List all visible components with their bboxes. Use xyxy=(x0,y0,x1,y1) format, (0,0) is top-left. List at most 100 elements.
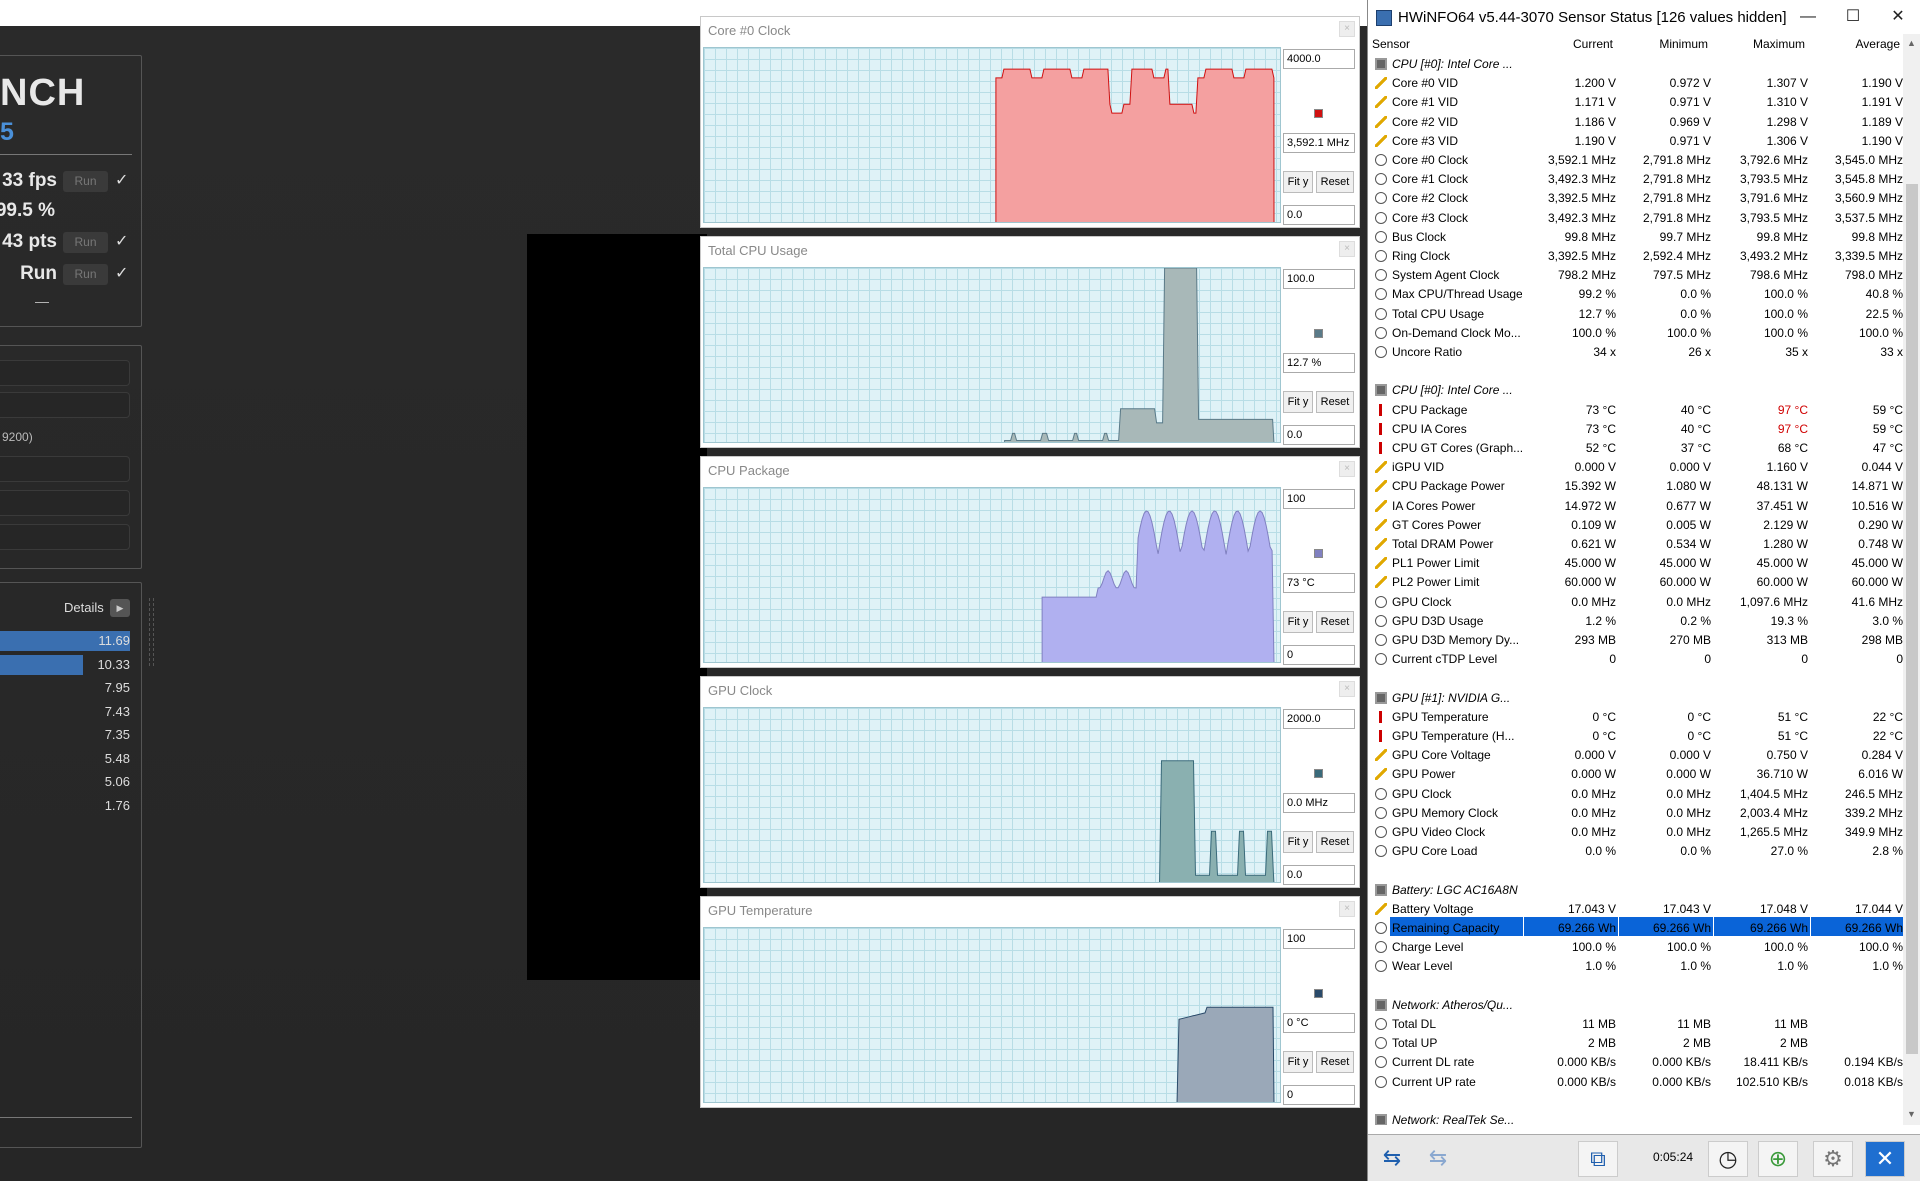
maximize-button[interactable]: ☐ xyxy=(1833,4,1873,30)
sensor-row[interactable]: Charge Level 100.0 % 100.0 % 100.0 % 100.0 % xyxy=(1368,938,1903,957)
scroll-down-icon[interactable]: ▼ xyxy=(1907,1109,1916,1119)
sensor-row[interactable]: Bus Clock 99.8 MHz 99.7 MHz 99.8 MHz 99.8 MH… xyxy=(1368,228,1903,247)
sensor-row[interactable]: Current cTDP Level 0 0 0 0 xyxy=(1368,650,1903,669)
system-field-processor[interactable]: 9200) xyxy=(0,424,130,450)
sensor-row[interactable]: Core #0 Clock 3,592.1 MHz 2,791.8 MHz 3,792… xyxy=(1368,151,1903,170)
graph-window[interactable]: GPU Clock × 2000.0 0.0 MHz Fit y Reset 0.0 xyxy=(700,676,1360,888)
ranking-scrollbar[interactable] xyxy=(149,598,154,666)
sensor-row[interactable]: On-Demand Clock Mo... 100.0 % 100.0 % 100.0… xyxy=(1368,324,1903,343)
minimize-button[interactable]: — xyxy=(1788,4,1828,30)
header-sensor[interactable]: Sensor xyxy=(1372,37,1410,51)
sensor-row[interactable]: GT Cores Power 0.109 W 0.005 W 2.129 W 0.290… xyxy=(1368,516,1903,535)
sensor-row[interactable]: GPU D3D Memory Dy... 293 MB 270 MB 313 MB 29… xyxy=(1368,631,1903,650)
graph-min-value[interactable]: 0.0 xyxy=(1283,425,1355,445)
graph-max-value[interactable]: 100 xyxy=(1283,489,1355,509)
network-icon[interactable]: ⧉ xyxy=(1578,1141,1618,1177)
close-icon[interactable]: × xyxy=(1339,461,1355,477)
sensor-row[interactable]: Core #2 VID 1.186 V 0.969 V 1.298 V 1.189 V xyxy=(1368,113,1903,132)
system-field[interactable] xyxy=(0,360,130,386)
vertical-scrollbar[interactable]: ▲ ▼ xyxy=(1903,34,1920,1125)
graph-min-value[interactable]: 0 xyxy=(1283,1085,1355,1105)
reset-button[interactable]: Reset xyxy=(1316,391,1354,413)
graph-min-value[interactable]: 0.0 xyxy=(1283,205,1355,225)
sensor-row[interactable]: GPU Power 0.000 W 0.000 W 36.710 W 6.016 W xyxy=(1368,765,1903,784)
header-minimum[interactable]: Minimum xyxy=(1613,37,1708,51)
checkbox[interactable]: ✓ xyxy=(115,170,128,190)
reset-button[interactable]: Reset xyxy=(1316,171,1354,193)
sensor-row[interactable]: PL1 Power Limit 45.000 W 45.000 W 45.000 W 4… xyxy=(1368,554,1903,573)
fit-y-button[interactable]: Fit y xyxy=(1283,171,1313,193)
sensor-group-row[interactable]: Network: RealTek Se... xyxy=(1368,1111,1903,1125)
graph-color-marker[interactable] xyxy=(1314,549,1323,558)
sensor-row[interactable]: GPU Clock 0.0 MHz 0.0 MHz 1,404.5 MHz 246.5 … xyxy=(1368,785,1903,804)
sensor-row[interactable]: Core #3 VID 1.190 V 0.971 V 1.306 V 1.190 V xyxy=(1368,132,1903,151)
sensor-row[interactable]: CPU Package Power 15.392 W 1.080 W 48.131 W… xyxy=(1368,477,1903,496)
system-field[interactable] xyxy=(0,456,130,482)
graph-window[interactable]: CPU Package × 100 73 °C Fit y Reset 0 xyxy=(700,456,1360,668)
run-button[interactable]: Run xyxy=(63,232,108,253)
sensor-row[interactable]: CPU GT Cores (Graph... 52 °C 37 °C 68 °C 47 … xyxy=(1368,439,1903,458)
sensor-row[interactable]: Total DRAM Power 0.621 W 0.534 W 1.280 W 0.7… xyxy=(1368,535,1903,554)
checkbox[interactable]: ✓ xyxy=(115,263,128,283)
sensor-row[interactable]: GPU Temperature 0 °C 0 °C 51 °C 22 °C xyxy=(1368,708,1903,727)
sensor-group-row[interactable]: CPU [#0]: Intel Core ... xyxy=(1368,55,1903,74)
close-icon[interactable]: ✕ xyxy=(1865,1141,1905,1177)
sensor-row[interactable]: Core #0 VID 1.200 V 0.972 V 1.307 V 1.190 V xyxy=(1368,74,1903,93)
close-icon[interactable]: × xyxy=(1339,901,1355,917)
graph-color-marker[interactable] xyxy=(1314,989,1323,998)
reset-button[interactable]: Reset xyxy=(1316,611,1354,633)
sensor-row[interactable]: Wear Level 1.0 % 1.0 % 1.0 % 1.0 % xyxy=(1368,957,1903,976)
close-icon[interactable]: × xyxy=(1339,681,1355,697)
graph-min-value[interactable]: 0 xyxy=(1283,645,1355,665)
sensor-row[interactable]: GPU Video Clock 0.0 MHz 0.0 MHz 1,265.5 MHz… xyxy=(1368,823,1903,842)
graph-color-marker[interactable] xyxy=(1314,769,1323,778)
forward-arrows-icon[interactable]: ⇆ xyxy=(1418,1141,1458,1177)
graph-window[interactable]: Core #0 Clock × 4000.0 3,592.1 MHz Fit y Rese… xyxy=(700,16,1360,228)
reset-button[interactable]: Reset xyxy=(1316,1051,1354,1073)
close-button[interactable]: ✕ xyxy=(1878,4,1918,30)
run-button[interactable]: Run xyxy=(63,264,108,285)
graph-window[interactable]: Total CPU Usage × 100.0 12.7 % Fit y Reset 0.0 xyxy=(700,236,1360,448)
close-icon[interactable]: × xyxy=(1339,241,1355,257)
run-button[interactable]: Run xyxy=(63,171,108,192)
scrollbar-thumb[interactable] xyxy=(1906,184,1918,1054)
sensor-row[interactable]: Remaining Capacity 69.266 Wh 69.266 Wh 69.2… xyxy=(1368,919,1903,938)
graph-max-value[interactable]: 100.0 xyxy=(1283,269,1355,289)
reset-button[interactable]: Reset xyxy=(1316,831,1354,853)
graph-min-value[interactable]: 0.0 xyxy=(1283,865,1355,885)
clock-icon[interactable]: ◷ xyxy=(1708,1141,1748,1177)
header-average[interactable]: Average xyxy=(1805,37,1900,51)
sensor-group-row[interactable]: Network: Atheros/Qu... xyxy=(1368,996,1903,1015)
report-add-icon[interactable]: ⊕ xyxy=(1758,1141,1798,1177)
sensor-group-row[interactable]: Battery: LGC AC16A8N xyxy=(1368,881,1903,900)
details-button[interactable]: ▶ xyxy=(110,599,130,617)
header-current[interactable]: Current xyxy=(1518,37,1613,51)
scroll-up-icon[interactable]: ▲ xyxy=(1907,38,1916,48)
fit-y-button[interactable]: Fit y xyxy=(1283,611,1313,633)
system-field[interactable] xyxy=(0,392,130,418)
back-arrows-icon[interactable]: ⇆ xyxy=(1372,1141,1412,1177)
system-field[interactable] xyxy=(0,524,130,550)
graph-max-value[interactable]: 4000.0 xyxy=(1283,49,1355,69)
sensor-row[interactable]: GPU Core Voltage 0.000 V 0.000 V 0.750 V 0.2… xyxy=(1368,746,1903,765)
sensor-group-row[interactable]: CPU [#0]: Intel Core ... xyxy=(1368,381,1903,400)
close-icon[interactable]: × xyxy=(1339,21,1355,37)
sensor-row[interactable]: Core #3 Clock 3,492.3 MHz 2,791.8 MHz 3,793… xyxy=(1368,209,1903,228)
sensor-row[interactable]: Current UP rate 0.000 KB/s 0.000 KB/s 102.5… xyxy=(1368,1073,1903,1092)
sensor-row[interactable]: GPU Temperature (H... 0 °C 0 °C 51 °C 22 °C xyxy=(1368,727,1903,746)
sensor-row[interactable]: IA Cores Power 14.972 W 0.677 W 37.451 W 10.… xyxy=(1368,497,1903,516)
sensor-row[interactable]: Core #1 VID 1.171 V 0.971 V 1.310 V 1.191 V xyxy=(1368,93,1903,112)
sensor-row[interactable]: Ring Clock 3,392.5 MHz 2,592.4 MHz 3,493.2 … xyxy=(1368,247,1903,266)
sensor-row[interactable]: CPU Package 73 °C 40 °C 97 °C 59 °C xyxy=(1368,401,1903,420)
graph-color-marker[interactable] xyxy=(1314,329,1323,338)
fit-y-button[interactable]: Fit y xyxy=(1283,391,1313,413)
sensor-row[interactable]: Total UP 2 MB 2 MB 2 MB xyxy=(1368,1034,1903,1053)
header-maximum[interactable]: Maximum xyxy=(1708,37,1805,51)
sensor-row[interactable]: Max CPU/Thread Usage 99.2 % 0.0 % 100.0 % 40… xyxy=(1368,285,1903,304)
fit-y-button[interactable]: Fit y xyxy=(1283,1051,1313,1073)
sensor-row[interactable]: Total DL 11 MB 11 MB 11 MB xyxy=(1368,1015,1903,1034)
sensor-row[interactable]: System Agent Clock 798.2 MHz 797.5 MHz 798.… xyxy=(1368,266,1903,285)
graph-max-value[interactable]: 2000.0 xyxy=(1283,709,1355,729)
sensor-row[interactable]: PL2 Power Limit 60.000 W 60.000 W 60.000 W 6… xyxy=(1368,573,1903,592)
fit-y-button[interactable]: Fit y xyxy=(1283,831,1313,853)
